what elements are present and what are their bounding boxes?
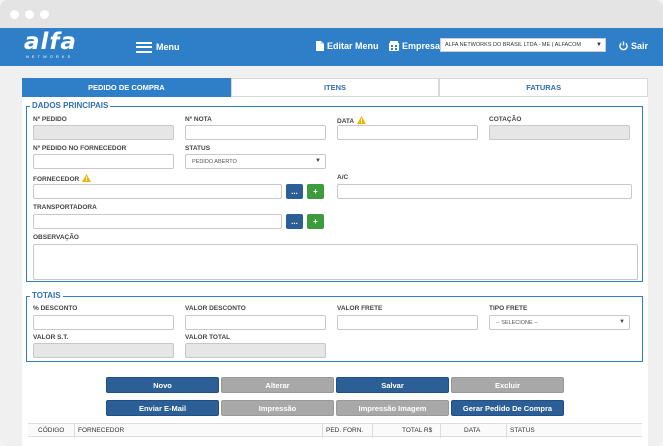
totais-legend: TOTAIS bbox=[30, 291, 63, 300]
col-separator bbox=[322, 424, 323, 438]
warning-icon bbox=[357, 116, 367, 124]
num-pedido-fornecedor-label: Nº PEDIDO NO FORNECEDOR bbox=[33, 145, 127, 152]
building-icon bbox=[389, 41, 399, 51]
observacao-label: OBSERVAÇÃO bbox=[33, 234, 79, 241]
valor-st-label: VALOR S.T. bbox=[33, 334, 69, 341]
window-chrome bbox=[0, 0, 663, 28]
warning-icon bbox=[82, 174, 92, 182]
col-status[interactable]: STATUS bbox=[510, 427, 535, 434]
transportadora-field[interactable] bbox=[33, 214, 282, 229]
edit-menu-link[interactable]: Editar Menu bbox=[316, 38, 379, 54]
alterar-button[interactable]: Alterar bbox=[221, 377, 334, 393]
valor-desconto-field[interactable] bbox=[185, 315, 326, 330]
caret-down-icon: ▼ bbox=[619, 319, 625, 325]
valor-desconto-label: VALOR DESCONTO bbox=[185, 305, 246, 312]
caret-down-icon: ▼ bbox=[596, 42, 602, 48]
logout-button[interactable]: Sair bbox=[619, 38, 648, 54]
company-label: Empresa bbox=[402, 41, 441, 51]
window-dot-3 bbox=[40, 10, 49, 19]
transportadora-add-button[interactable]: + bbox=[307, 214, 324, 229]
tab-bar: PEDIDO DE COMPRA ITENS FATURAS bbox=[22, 78, 649, 97]
menu-button[interactable]: Menu bbox=[136, 39, 180, 55]
caret-down-icon: ▼ bbox=[315, 158, 321, 164]
valor-frete-field[interactable] bbox=[337, 315, 478, 330]
logo-text: alfa bbox=[24, 29, 77, 55]
dados-principais-section: DADOS PRINCIPAIS Nº PEDIDO Nº NOTA DATA … bbox=[26, 101, 643, 282]
num-pedido-field[interactable] bbox=[33, 125, 174, 140]
fornecedor-add-button[interactable]: + bbox=[307, 184, 324, 199]
app-window: alfa NETWORKS Menu Editar Menu Empresa A… bbox=[0, 0, 663, 446]
menu-label: Menu bbox=[156, 42, 180, 52]
observacao-textarea[interactable] bbox=[33, 244, 638, 280]
col-separator bbox=[372, 424, 373, 438]
valor-total-label: VALOR TOTAL bbox=[185, 334, 231, 341]
data-label: DATA bbox=[337, 116, 367, 125]
status-select-value: PEDIDO ABERTO bbox=[192, 159, 237, 165]
desconto-pct-label: % DESCONTO bbox=[33, 305, 78, 312]
valor-frete-label: VALOR FRETE bbox=[337, 305, 383, 312]
edit-menu-label: Editar Menu bbox=[327, 41, 379, 51]
data-label-text: DATA bbox=[337, 118, 355, 125]
num-pedido-label: Nº PEDIDO bbox=[33, 116, 67, 123]
tab-pedido-de-compra[interactable]: PEDIDO DE COMPRA bbox=[22, 78, 231, 97]
window-dot-1 bbox=[10, 10, 19, 19]
tipo-frete-select[interactable]: -- SELECIONE -- ▼ bbox=[489, 315, 630, 330]
dados-principais-legend: DADOS PRINCIPAIS bbox=[30, 101, 111, 110]
gerar-pedido-button[interactable]: Gerar Pedido De Compra bbox=[451, 400, 564, 416]
col-fornecedor[interactable]: FORNECEDOR bbox=[78, 427, 124, 434]
fornecedor-label: FORNECEDOR bbox=[33, 174, 92, 183]
tipo-frete-label: TIPO FRETE bbox=[489, 305, 528, 312]
document-icon bbox=[316, 41, 324, 51]
ac-field[interactable] bbox=[337, 184, 632, 199]
alfa-logo[interactable]: alfa NETWORKS bbox=[24, 29, 106, 61]
totais-section: TOTAIS % DESCONTO VALOR DESCONTO VALOR F… bbox=[26, 291, 643, 362]
company-link[interactable]: Empresa bbox=[389, 38, 440, 54]
desconto-pct-field[interactable] bbox=[33, 315, 174, 330]
tab-faturas[interactable]: FATURAS bbox=[439, 78, 649, 97]
transportadora-search-button[interactable]: ... bbox=[286, 214, 303, 229]
company-select-value: ALFA NETWORKS DO BRASIL LTDA - ME ( ALFA… bbox=[445, 42, 582, 48]
novo-button[interactable]: Novo bbox=[106, 377, 219, 393]
orders-grid-header: CÓDIGO FORNECEDOR PED. FORN. TOTAL R$ DA… bbox=[28, 423, 642, 438]
power-icon bbox=[619, 41, 628, 51]
num-nota-label: Nº NOTA bbox=[185, 116, 212, 123]
ac-label: A/C bbox=[337, 174, 349, 181]
impressao-button[interactable]: Impressão bbox=[221, 400, 334, 416]
cotacao-label: COTAÇÃO bbox=[489, 116, 522, 123]
salvar-button[interactable]: Salvar bbox=[336, 377, 449, 393]
window-dot-2 bbox=[25, 10, 34, 19]
num-nota-field[interactable] bbox=[185, 125, 326, 140]
tab-itens[interactable]: ITENS bbox=[230, 78, 440, 97]
col-separator bbox=[506, 424, 507, 438]
top-navbar: alfa NETWORKS Menu Editar Menu Empresa A… bbox=[0, 28, 663, 66]
status-label: STATUS bbox=[185, 145, 211, 152]
impressao-imagem-button[interactable]: Impressão Imagem bbox=[336, 400, 449, 416]
num-pedido-fornecedor-field[interactable] bbox=[33, 154, 174, 169]
col-codigo[interactable]: CÓDIGO bbox=[38, 427, 64, 434]
valor-total-field[interactable] bbox=[185, 343, 326, 358]
col-total[interactable]: TOTAL R$ bbox=[402, 427, 432, 434]
valor-st-field[interactable] bbox=[33, 343, 174, 358]
col-separator bbox=[74, 424, 75, 438]
col-data[interactable]: DATA bbox=[464, 427, 480, 434]
fornecedor-field[interactable] bbox=[33, 184, 282, 199]
transportadora-label: TRANSPORTADORA bbox=[33, 204, 97, 211]
company-select[interactable]: ALFA NETWORKS DO BRASIL LTDA - ME ( ALFA… bbox=[440, 38, 606, 52]
logout-label: Sair bbox=[631, 41, 649, 51]
fornecedor-search-button[interactable]: ... bbox=[286, 184, 303, 199]
tipo-frete-select-value: -- SELECIONE -- bbox=[496, 320, 538, 326]
status-select[interactable]: PEDIDO ABERTO ▼ bbox=[185, 154, 326, 169]
logo-subtitle: NETWORKS bbox=[26, 54, 74, 59]
cotacao-field[interactable] bbox=[489, 125, 630, 140]
enviar-email-button[interactable]: Enviar E-Mail bbox=[106, 400, 219, 416]
excluir-button[interactable]: Excluir bbox=[451, 377, 564, 393]
fornecedor-label-text: FORNECEDOR bbox=[33, 176, 80, 183]
main-content: PEDIDO DE COMPRA ITENS FATURAS DADOS PRI… bbox=[22, 78, 649, 446]
hamburger-icon bbox=[136, 41, 152, 53]
data-field[interactable] bbox=[337, 125, 478, 140]
col-ped-forn[interactable]: PED. FORN. bbox=[326, 427, 363, 434]
col-separator bbox=[440, 424, 441, 438]
